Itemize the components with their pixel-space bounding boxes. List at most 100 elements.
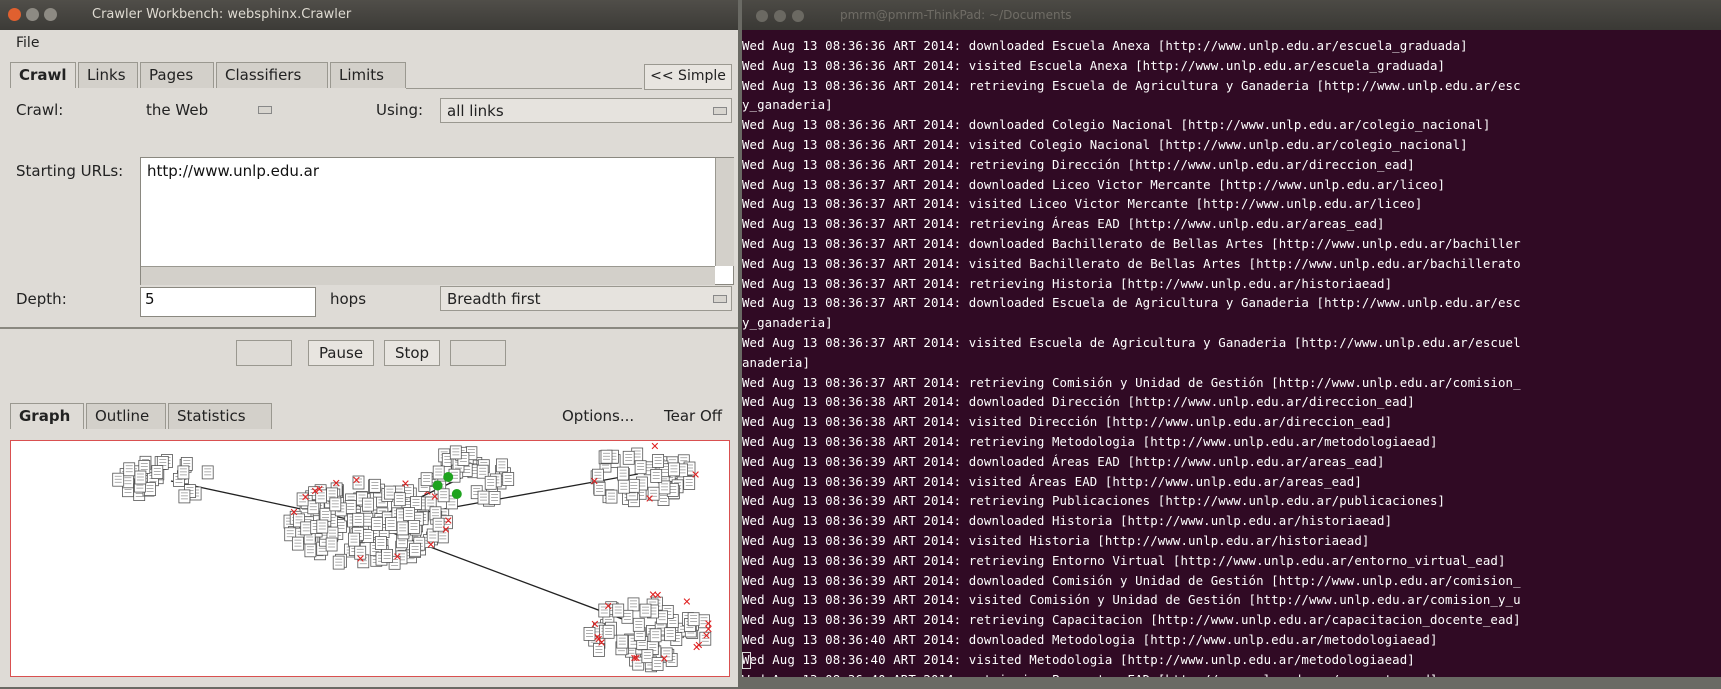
page-node <box>438 489 449 502</box>
graph-page-clusters: ✕✕✕✕✕✕✕✕✕✕✕✕✕✕✕✕✕✕✕✕✕✕✕✕✕✕✕✕✕✕✕✕✕✕ <box>113 441 713 672</box>
pause-button[interactable]: Pause <box>308 340 374 366</box>
terminal-output[interactable]: Wed Aug 13 08:36:36 ART 2014: downloaded… <box>742 36 1721 689</box>
terminal-line: Wed Aug 13 08:36:36 ART 2014: retrieving… <box>742 155 1721 175</box>
split-divider[interactable] <box>0 327 738 329</box>
crawl-scope-select[interactable]: the Web <box>140 98 276 122</box>
clear-button[interactable] <box>450 340 506 366</box>
page-node <box>450 446 461 459</box>
error-node-icon: ✕ <box>632 652 641 665</box>
terminal-line: Wed Aug 13 08:36:39 ART 2014: downloaded… <box>742 452 1721 472</box>
menu-file[interactable]: File <box>16 35 39 51</box>
search-order-select[interactable]: Breadth first <box>440 286 732 311</box>
maximize-icon[interactable] <box>792 10 804 22</box>
window-title: Crawler Workbench: websphinx.Crawler <box>92 7 351 22</box>
page-node <box>613 604 624 617</box>
tab-statistics[interactable]: Statistics <box>168 403 272 429</box>
terminal-line: Wed Aug 13 08:36:38 ART 2014: downloaded… <box>742 392 1721 412</box>
tab-outline[interactable]: Outline <box>86 403 166 429</box>
error-node-icon: ✕ <box>441 523 450 536</box>
tab-classifiers[interactable]: Classifiers <box>216 62 328 88</box>
active-node-icon <box>452 489 462 499</box>
page-node <box>320 508 331 521</box>
page-cluster[interactable]: ✕✕✕✕✕✕✕✕✕✕✕✕✕✕✕✕ <box>584 589 713 672</box>
page-node <box>113 473 124 486</box>
tab-limits[interactable]: Limits <box>330 62 406 88</box>
page-node <box>478 491 489 504</box>
page-node <box>326 538 337 551</box>
page-node <box>489 491 500 504</box>
page-cluster[interactable] <box>113 455 214 503</box>
tab-underline <box>406 88 642 89</box>
tab-graph[interactable]: Graph <box>10 403 84 429</box>
start-button[interactable] <box>236 340 292 366</box>
maximize-icon[interactable] <box>44 8 57 21</box>
page-node <box>353 513 364 526</box>
page-node <box>178 466 189 479</box>
terminal-line: Wed Aug 13 08:36:39 ART 2014: visited Hi… <box>742 531 1721 551</box>
page-cluster[interactable]: ✕✕✕✕ <box>590 441 700 507</box>
crawler-window: Crawler Workbench: websphinx.Crawler Fil… <box>0 0 738 687</box>
urls-vertical-scrollbar[interactable] <box>715 158 734 266</box>
depth-input[interactable]: 5 <box>140 287 316 317</box>
page-node <box>124 463 135 476</box>
page-node <box>333 556 344 569</box>
starting-urls-label: Starting URLs: <box>16 162 123 180</box>
page-node <box>330 498 341 511</box>
page-node <box>305 544 316 557</box>
minimize-icon[interactable] <box>774 10 786 22</box>
error-node-icon: ✕ <box>289 506 298 519</box>
active-node-icon <box>433 481 443 491</box>
page-node <box>640 604 651 617</box>
options-button[interactable]: Options... <box>562 407 634 425</box>
page-node <box>382 549 393 562</box>
tab-crawl[interactable]: Crawl <box>10 62 76 88</box>
page-node <box>152 466 163 479</box>
chevron-down-icon <box>713 295 727 303</box>
page-node <box>135 471 146 484</box>
page-node <box>372 518 383 531</box>
page-node <box>433 466 444 479</box>
terminal-line: Wed Aug 13 08:36:37 ART 2014: downloaded… <box>742 234 1721 254</box>
simple-button[interactable]: << Simple <box>644 64 732 90</box>
terminal-line: Wed Aug 13 08:36:36 ART 2014: visited Es… <box>742 56 1721 76</box>
terminal-line: Wed Aug 13 08:36:38 ART 2014: visited Di… <box>742 412 1721 432</box>
page-node <box>668 463 679 476</box>
close-icon[interactable] <box>756 10 768 22</box>
menu-bar: File <box>0 30 738 58</box>
urls-horizontal-scrollbar[interactable] <box>141 266 715 285</box>
terminal-line: Wed Aug 13 08:36:39 ART 2014: retrieving… <box>742 491 1721 511</box>
close-icon[interactable] <box>8 8 21 21</box>
terminal-line: Wed Aug 13 08:36:39 ART 2014: retrieving… <box>742 610 1721 630</box>
active-node-icon <box>443 472 453 482</box>
terminal-line: Wed Aug 13 08:36:36 ART 2014: downloaded… <box>742 115 1721 135</box>
page-node <box>618 467 629 480</box>
terminal-title: pmrm@pmrm-ThinkPad: ~/Documents <box>840 8 1072 22</box>
tab-links[interactable]: Links <box>78 62 138 88</box>
error-node-icon: ✕ <box>682 596 691 609</box>
using-select[interactable]: all links <box>440 98 732 123</box>
terminal-title-bar[interactable]: pmrm@pmrm-ThinkPad: ~/Documents <box>742 0 1721 30</box>
error-node-icon: ✕ <box>660 653 669 666</box>
desktop-strip <box>742 677 1721 687</box>
crawler-title-bar[interactable]: Crawler Workbench: websphinx.Crawler <box>0 0 738 30</box>
page-node <box>317 520 328 533</box>
error-node-icon: ✕ <box>401 477 410 490</box>
tear-off-button[interactable]: Tear Off <box>664 407 722 425</box>
stop-button[interactable]: Stop <box>384 340 440 366</box>
page-node <box>642 650 653 663</box>
tab-pages[interactable]: Pages <box>140 62 214 88</box>
page-node <box>394 493 405 506</box>
terminal-line: Wed Aug 13 08:36:37 ART 2014: retrieving… <box>742 274 1721 294</box>
page-node <box>496 459 507 472</box>
crawl-graph-panel[interactable]: ✕✕✕✕✕✕✕✕✕✕✕✕✕✕✕✕✕✕✕✕✕✕✕✕✕✕✕✕✕✕✕✕✕✕ <box>10 440 730 677</box>
minimize-icon[interactable] <box>26 8 39 21</box>
page-node <box>375 537 386 550</box>
terminal-line: anaderia] <box>742 353 1721 373</box>
page-node <box>404 508 415 521</box>
crawl-scope-value: the Web <box>146 101 208 119</box>
error-node-icon: ✕ <box>332 477 341 490</box>
page-node <box>618 480 629 493</box>
terminal-line: Wed Aug 13 08:36:39 ART 2014: retrieving… <box>742 551 1721 571</box>
page-node <box>409 520 420 533</box>
page-node <box>628 479 639 492</box>
